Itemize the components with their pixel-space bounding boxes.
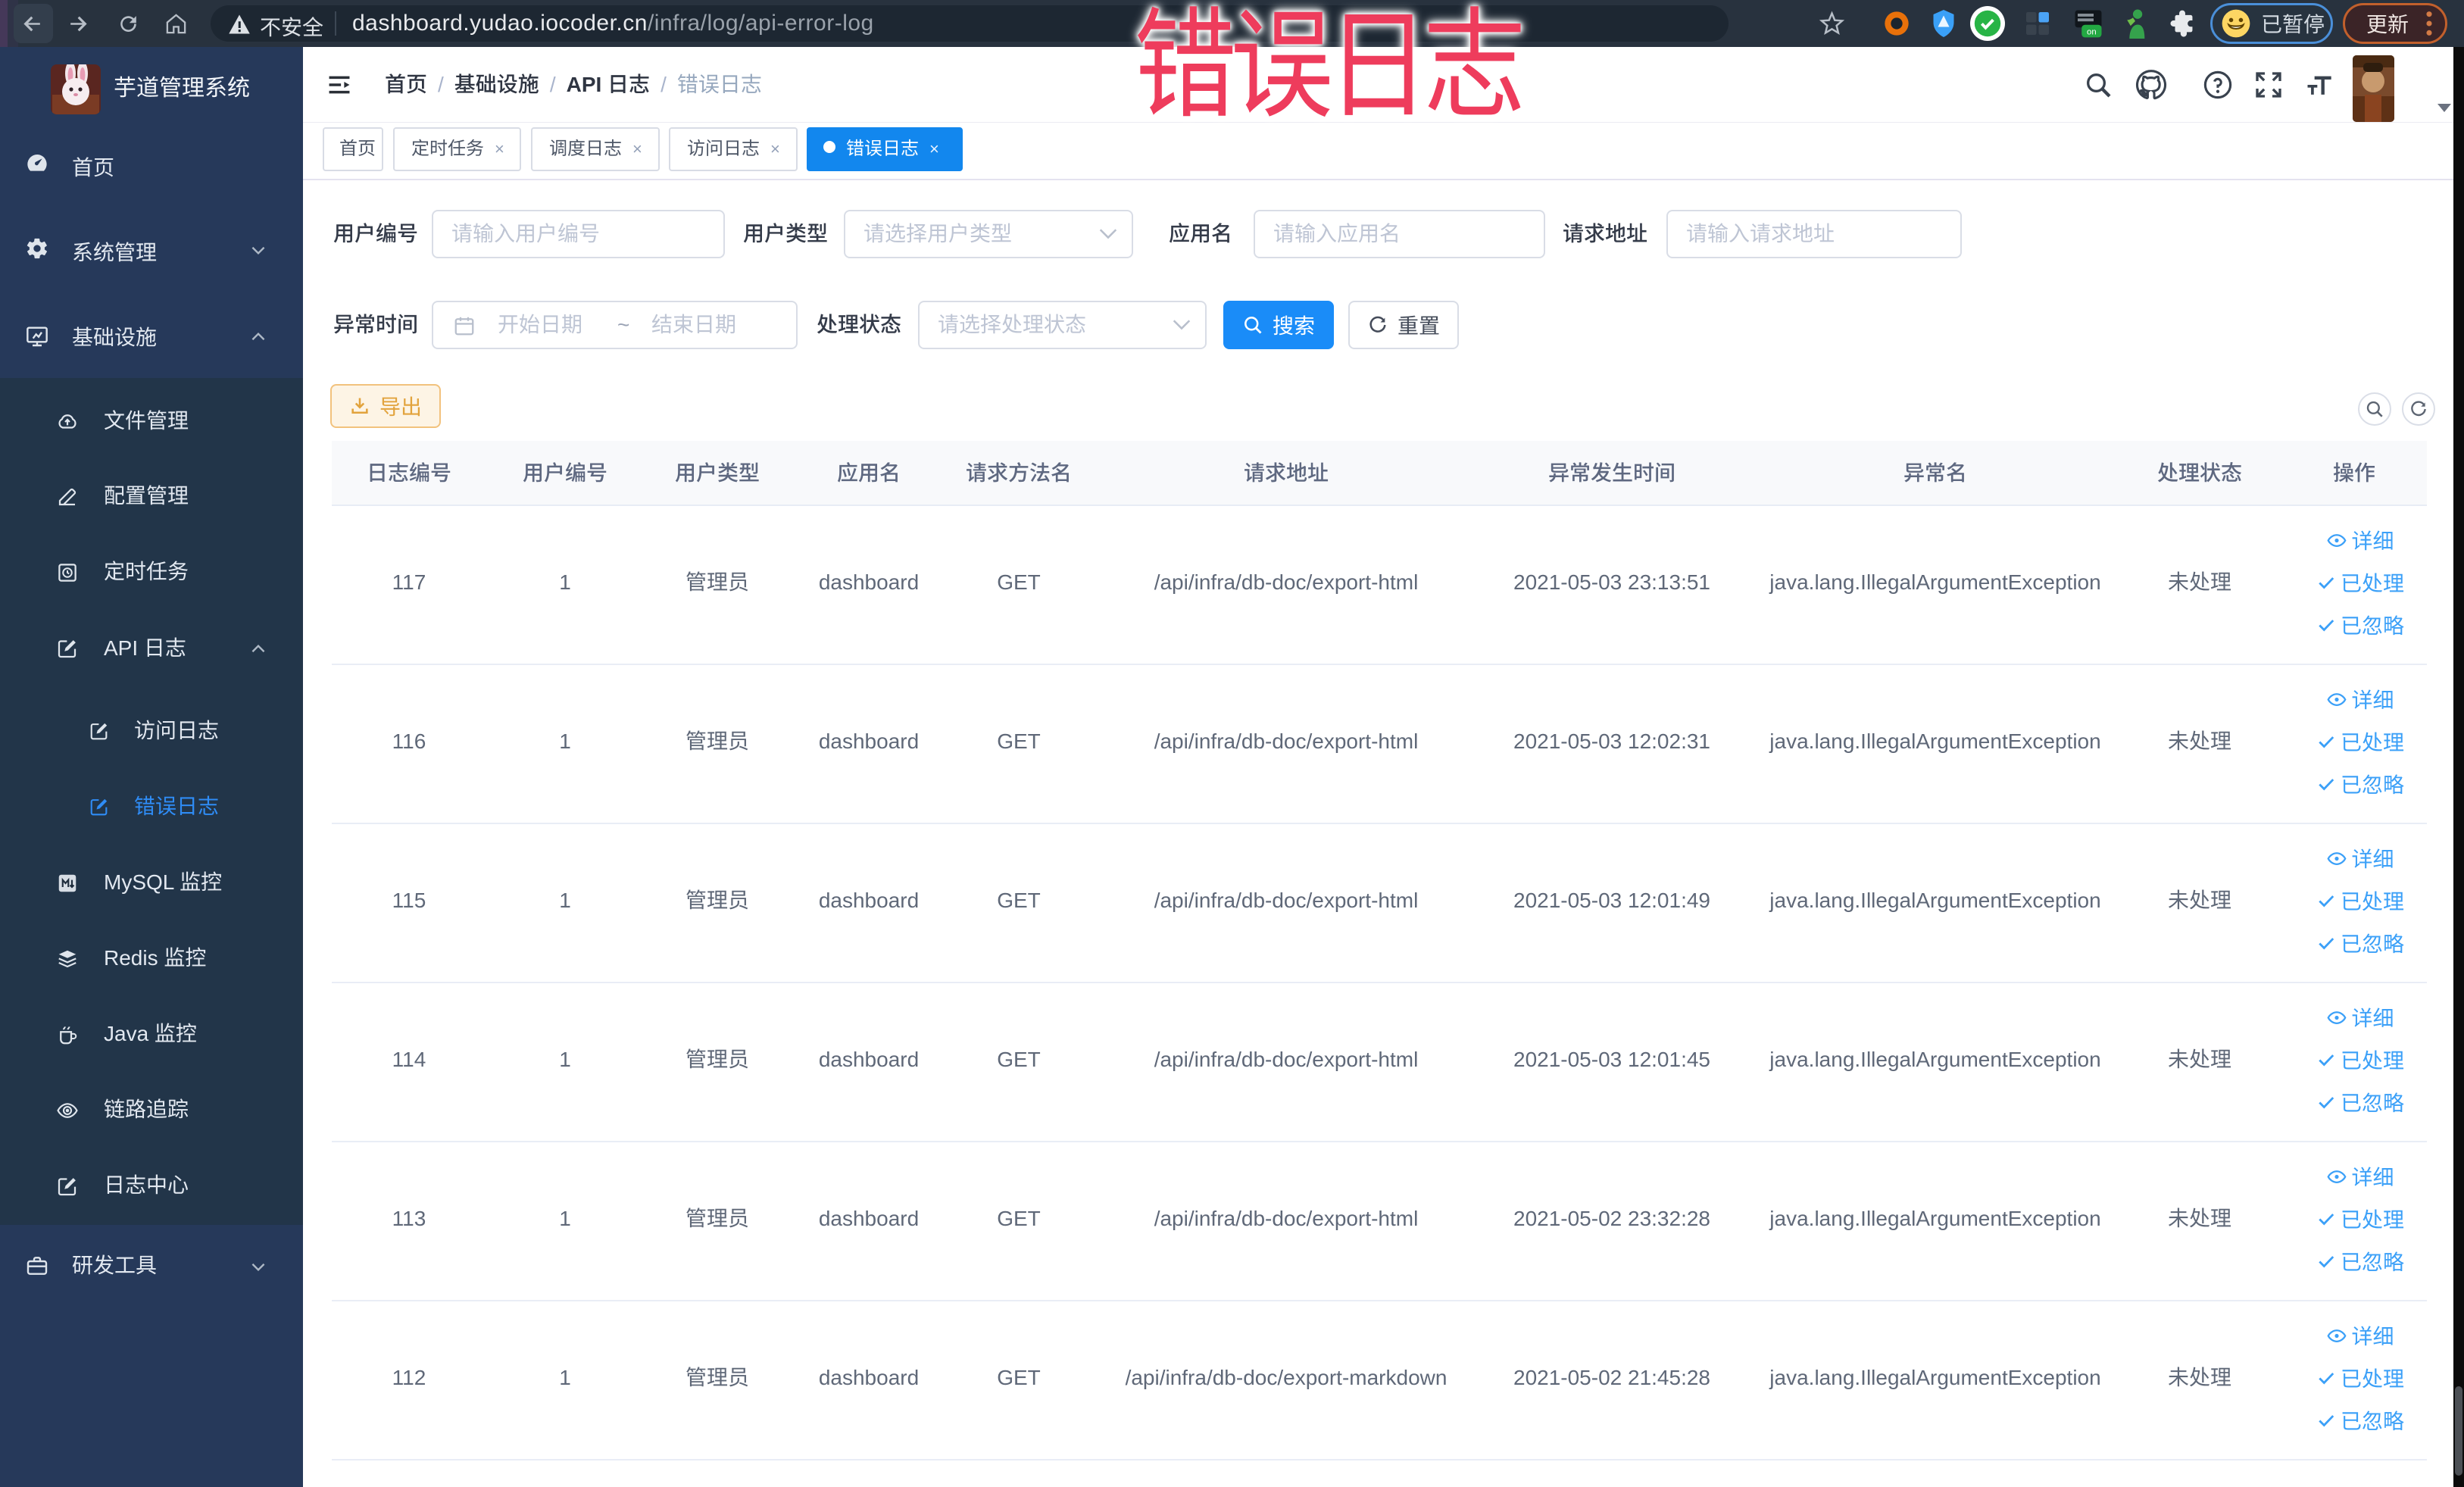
svg-text:on: on [2087, 28, 2097, 37]
